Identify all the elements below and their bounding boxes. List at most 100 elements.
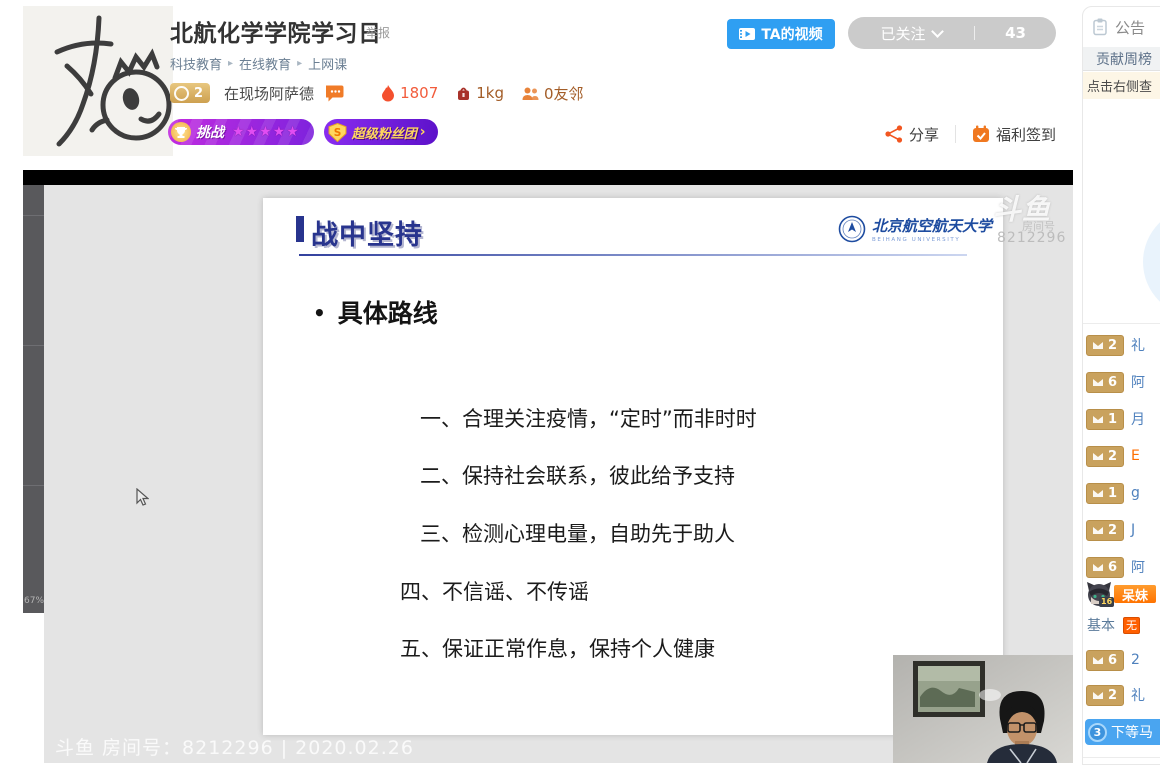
- trophy-icon: [171, 122, 191, 142]
- divider: [1083, 757, 1160, 758]
- challenge-badge[interactable]: 挑战 ★★★★★: [168, 119, 314, 145]
- hot-flame-icon: [381, 85, 395, 102]
- challenge-stars: ★★★★★: [232, 124, 300, 140]
- film-icon: [739, 28, 755, 40]
- fan-level-badge: 2: [1086, 685, 1124, 706]
- chat-message: 基本 无: [1087, 615, 1140, 635]
- hot-count: 1807: [400, 84, 438, 102]
- chat-message-with-avatar: 16 呆妹: [1086, 581, 1156, 607]
- superfans-shield-icon: S: [328, 123, 347, 142]
- divider: [1083, 323, 1160, 324]
- user-avatar[interactable]: 16: [1086, 581, 1112, 607]
- streamer-avatar[interactable]: [23, 6, 173, 156]
- chat-sidebar: 公告 贡献周榜 点击右侧查 2 礼 6 阿 1 月 2 E 1 g 2 J 6 …: [1082, 6, 1160, 765]
- mouse-cursor-icon: [136, 488, 149, 511]
- level-16-badge: 16: [1099, 597, 1114, 607]
- badge-wing-icon: [1092, 378, 1104, 387]
- fan-level-badge: 1: [1086, 483, 1124, 504]
- chat-message: 2 礼: [1086, 335, 1145, 355]
- superfans-badge[interactable]: S 超级粉丝团 ›: [324, 119, 438, 145]
- badge-wing-icon: [1092, 526, 1104, 535]
- badge-wing-icon: [1092, 656, 1104, 665]
- breadcrumb-item[interactable]: 上网课: [308, 54, 347, 73]
- followed-button[interactable]: 已关注 43: [848, 17, 1056, 49]
- chevron-right-icon: ›: [420, 124, 426, 140]
- noble-banner[interactable]: 3 下等马: [1085, 719, 1160, 745]
- slide-title: 战中坚持: [311, 213, 423, 252]
- report-link[interactable]: 举报: [366, 24, 390, 41]
- fan-level-badge: 6: [1086, 557, 1124, 578]
- chat-message: 2 E: [1086, 446, 1140, 466]
- slide-list-item: 二、保持社会联系，彼此给予支持: [400, 460, 735, 490]
- slide-list-item: 一、合理关注疫情，“定时”而非时时: [400, 403, 757, 433]
- webcam-scene: [893, 655, 1073, 763]
- divider: [955, 125, 956, 143]
- share-button[interactable]: 分享: [909, 124, 939, 145]
- badge-wing-icon: [1092, 341, 1104, 350]
- tab-contribution-weekly[interactable]: 贡献周榜: [1083, 47, 1160, 71]
- fan-level-badge: 2: [1086, 446, 1124, 467]
- fan-level-badge: 2: [1086, 335, 1124, 356]
- breadcrumb-separator-icon: [228, 58, 233, 69]
- streamer-stats-row: 2 在现场阿萨德 1807 1kg 0友邻: [170, 82, 602, 104]
- checkin-calendar-icon: [972, 125, 990, 143]
- badge-wing-icon: [1092, 415, 1104, 424]
- breadcrumb: 科技教育 在线教育 上网课: [170, 54, 353, 73]
- checkin-button[interactable]: 福利签到: [996, 124, 1056, 145]
- room-number-overlay: 斗鱼 房间号：8212296 | 2020.02.26: [55, 733, 414, 760]
- doodle-avatar-drawing: [23, 6, 173, 156]
- badge-wing-icon: [1092, 563, 1104, 572]
- douyu-watermark-room-number: 8212296: [997, 230, 1066, 246]
- badge-wing-icon: [1092, 452, 1104, 461]
- empty-state-watermark: [1143, 207, 1160, 317]
- svg-text:S: S: [333, 127, 341, 139]
- slide-list-item: 五、保证正常作息，保持个人健康: [400, 633, 715, 663]
- chevron-down-icon: [931, 25, 944, 38]
- weight-icon: [456, 86, 471, 101]
- fan-level-badge: 2: [1086, 520, 1124, 541]
- fan-club-ribbon: 呆妹: [1114, 585, 1156, 603]
- weight-count: 1kg: [476, 84, 504, 102]
- sidebar-notice: 点击右侧查: [1083, 72, 1160, 99]
- chat-message: 6 2: [1086, 650, 1140, 670]
- streamer-badges-row: 挑战 ★★★★★ S 超级粉丝团 ›: [168, 119, 438, 145]
- university-logo-icon: [838, 215, 866, 243]
- fan-level-badge: 6: [1086, 372, 1124, 393]
- fan-level-badge: 6: [1086, 650, 1124, 671]
- badge-wing-icon: [1092, 489, 1104, 498]
- breadcrumb-separator-icon: [297, 58, 302, 69]
- streamer-name[interactable]: 在现场阿萨德: [224, 83, 314, 104]
- medal-rank-icon: 3: [1088, 723, 1107, 742]
- university-name: 北京航空航天大学: [872, 215, 992, 236]
- player-top-bar: [23, 170, 1073, 185]
- slide-list-item: 三、检测心理电量，自助先于助人: [400, 518, 735, 548]
- screenshare-side-strip: [23, 185, 44, 613]
- presentation-slide: 战中坚持 北京航空航天大学 BEIHANG UNIVERSITY 具体路线 一、…: [263, 198, 1003, 735]
- breadcrumb-item[interactable]: 科技教育: [170, 54, 222, 73]
- announcement-header[interactable]: 公告: [1083, 7, 1160, 47]
- slide-title-bar: [296, 216, 304, 242]
- page-title: 北航化学学院学习日: [170, 14, 382, 48]
- follower-count: 43: [975, 24, 1056, 42]
- streamer-level-badge: 2: [170, 83, 210, 103]
- university-logo-block: 北京航空航天大学 BEIHANG UNIVERSITY: [838, 215, 992, 243]
- chat-message: 6 阿: [1086, 372, 1145, 392]
- chat-message: 1 g: [1086, 483, 1140, 503]
- slide-bullet-heading: 具体路线: [313, 294, 438, 330]
- breadcrumb-item[interactable]: 在线教育: [239, 54, 291, 73]
- chat-message: 6 阿: [1086, 557, 1145, 577]
- announcement-clipboard-icon: [1091, 18, 1109, 36]
- webcam-feed: [893, 655, 1073, 763]
- zoom-level-indicator: 67%: [24, 596, 44, 606]
- slide-title-rule: [299, 254, 967, 256]
- level-emblem-icon: [174, 86, 189, 101]
- badge-wing-icon: [1092, 691, 1104, 700]
- university-name-en: BEIHANG UNIVERSITY: [872, 237, 992, 243]
- fan-level-badge: 1: [1086, 409, 1124, 430]
- share-checkin-row: 分享 福利签到: [840, 122, 1056, 146]
- streamer-videos-button[interactable]: TA的视频: [727, 19, 835, 49]
- chat-bubble-icon[interactable]: [326, 85, 345, 102]
- chat-message: 1 月: [1086, 409, 1145, 429]
- friends-count: 0友邻: [544, 83, 584, 104]
- slide-list-item: 四、不信谣、不传谣: [400, 576, 589, 606]
